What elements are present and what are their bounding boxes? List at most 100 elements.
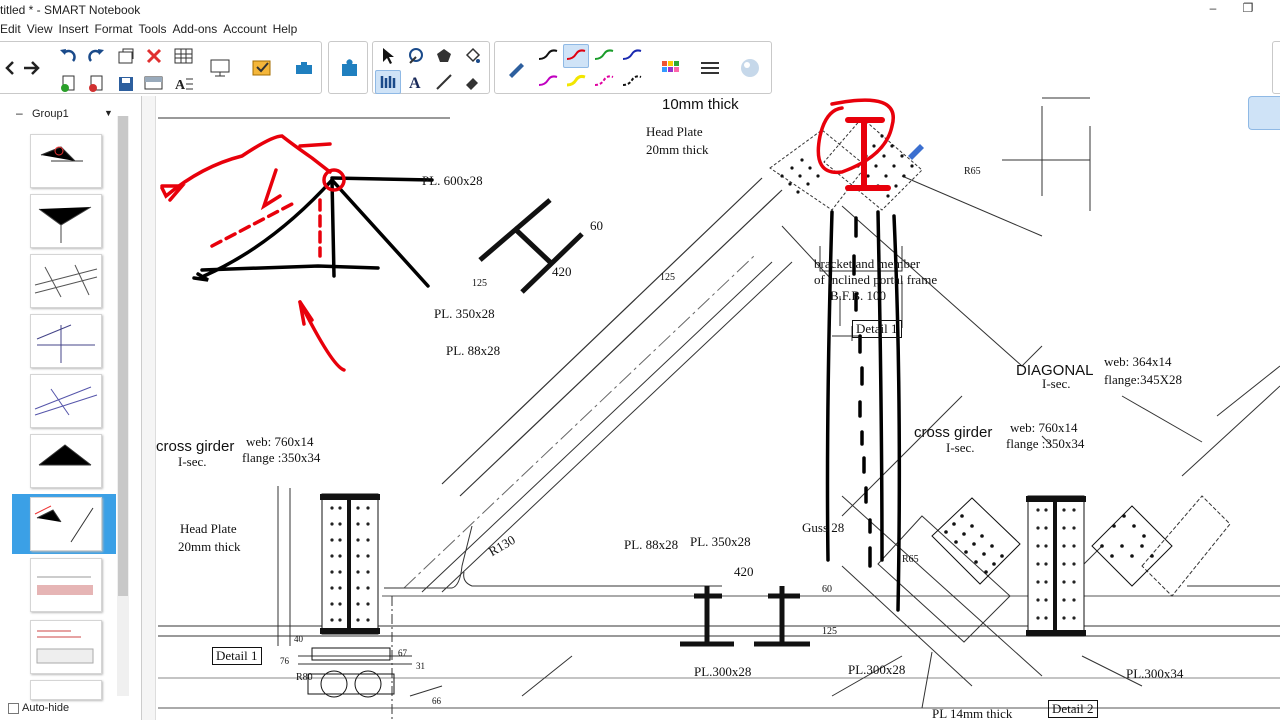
label-dim-67: 67 — [398, 648, 407, 658]
menu-addons[interactable]: Add-ons — [173, 20, 224, 38]
eraser-icon[interactable] — [459, 70, 485, 94]
label-diagonal-section: I-sec. — [1042, 376, 1071, 391]
page-thumbnail-10[interactable] — [30, 680, 102, 700]
label-pl300-28-right: PL.300x28 — [848, 662, 906, 677]
sidebar-scrollbar[interactable] — [117, 116, 129, 696]
label-cross-girder-left-web: web: 760x14 — [246, 434, 314, 449]
menu-edit[interactable]: Edit — [0, 20, 27, 38]
fill-icon[interactable] — [459, 44, 485, 68]
label-head-plate-left-thickness: 20mm thick — [178, 539, 241, 554]
label-cross-girder-right-web: web: 760x14 — [1010, 420, 1078, 435]
menu-account[interactable]: Account — [223, 20, 272, 38]
label-diagonal-web: web: 364x14 — [1104, 354, 1172, 369]
label-pl300-28-left: PL.300x28 — [694, 664, 752, 679]
label-pl14: PL 14mm thick — [932, 706, 1013, 720]
page-thumbnail-7[interactable] — [30, 497, 102, 551]
delete-icon[interactable] — [141, 44, 167, 68]
puzzle-piece-icon[interactable] — [332, 45, 366, 91]
sidebar-scrollbar-thumb[interactable] — [118, 116, 128, 596]
page-thumbnail-8[interactable] — [30, 558, 102, 612]
toolbar-group-pens — [494, 41, 772, 94]
pen-red-icon[interactable] — [563, 44, 589, 68]
label-cross-girder-right-flange: flange :350x34 — [1006, 436, 1085, 451]
pen-green-icon[interactable] — [591, 44, 617, 68]
menu-format[interactable]: Format — [95, 20, 139, 38]
label-dim-125-top: 125 — [472, 278, 487, 289]
pen-cursor-icon — [908, 144, 924, 160]
whiteboard-canvas[interactable]: 10mm thick Head Plate 20mm thick PL. 600… — [142, 96, 1280, 720]
line-tool-icon[interactable] — [431, 70, 457, 94]
pen-type-icon[interactable] — [499, 45, 533, 91]
label-gusset: Guss 28 — [802, 520, 845, 535]
label-cross-girder-right-section: I-sec. — [946, 440, 975, 455]
minimize-icon[interactable]: – — [1203, 1, 1223, 19]
page-thumbnail-6[interactable] — [30, 434, 102, 488]
group-label: Group1 — [32, 108, 69, 120]
auto-hide-option[interactable]: Auto-hide — [8, 702, 69, 714]
next-page-icon[interactable] — [19, 56, 45, 80]
pen-black-icon[interactable] — [535, 44, 561, 68]
title-bar: titled * - SMART Notebook – ❐ — [0, 0, 1280, 20]
page-thumbnail-4[interactable] — [30, 314, 102, 368]
pen-yellow-icon[interactable] — [563, 70, 589, 94]
shape-recognition-pen-icon[interactable] — [403, 44, 429, 68]
page-thumbnail-3[interactable] — [30, 254, 102, 308]
collapse-group-icon[interactable]: – — [16, 106, 23, 120]
shapes-icon[interactable] — [431, 44, 457, 68]
left-column-section — [307, 493, 395, 698]
label-pl88-top: PL. 88x28 — [446, 343, 501, 358]
label-pl600: PL. 600x28 — [422, 173, 483, 188]
addon-puzzle-icon[interactable] — [287, 45, 321, 91]
save-icon[interactable] — [113, 72, 139, 96]
label-cross-girder-left-flange: flange :350x34 — [242, 450, 321, 465]
page-thumbnail-5[interactable] — [30, 374, 102, 428]
label-r80: R80 — [296, 672, 313, 683]
select-pointer-icon[interactable] — [375, 44, 401, 68]
properties-ball-icon[interactable] — [733, 45, 767, 91]
toolbar: A A — [0, 38, 1280, 96]
redo-icon[interactable] — [83, 44, 109, 68]
page-thumbnail-2[interactable] — [30, 194, 102, 248]
label-pl300-34: PL.300x34 — [1126, 666, 1184, 681]
page-thumbnail-1[interactable] — [30, 134, 102, 188]
label-dim-60-top: 60 — [590, 218, 603, 233]
document-camera-icon[interactable] — [203, 45, 237, 91]
toolbar-group-tools: A — [372, 41, 490, 94]
label-dim-125-bottom: 125 — [822, 626, 837, 637]
side-panel-tab[interactable] — [1248, 96, 1280, 130]
menu-insert[interactable]: Insert — [58, 20, 94, 38]
pen-dashed-magenta-icon[interactable] — [591, 70, 617, 94]
toolbar-overflow[interactable] — [1272, 41, 1280, 94]
color-palette-icon[interactable] — [653, 45, 687, 91]
menu-view[interactable]: View — [27, 20, 59, 38]
menu-help[interactable]: Help — [273, 20, 304, 38]
screen-shade-icon[interactable] — [141, 72, 167, 96]
open-file-icon[interactable] — [113, 44, 139, 68]
label-r65-bottom: R65 — [902, 554, 919, 565]
undo-icon[interactable] — [55, 44, 81, 68]
delete-page-icon[interactable] — [83, 72, 109, 96]
pen-magenta-icon[interactable] — [535, 70, 561, 94]
pen-tool-icon[interactable] — [375, 70, 401, 94]
label-pl88-bottom: PL. 88x28 — [624, 537, 679, 552]
label-head-plate-left: Head Plate — [180, 521, 237, 536]
label-dim-420-bottom: 420 — [734, 564, 754, 579]
label-dim-420-top: 420 — [552, 264, 572, 279]
pen-blue-icon[interactable] — [619, 44, 645, 68]
table-icon[interactable] — [171, 44, 197, 68]
label-cross-girder-left: cross girder — [156, 438, 235, 455]
line-properties-icon[interactable] — [693, 45, 727, 91]
text-table-icon[interactable]: A — [171, 72, 197, 96]
page-thumbnail-9[interactable] — [30, 620, 102, 674]
restore-icon[interactable]: ❐ — [1238, 1, 1258, 19]
smart-notebook-window: titled * - SMART Notebook – ❐ Edit View … — [0, 0, 1280, 720]
group-dropdown-icon[interactable]: ▼ — [104, 108, 113, 118]
auto-hide-checkbox[interactable] — [8, 702, 19, 714]
response-icon[interactable] — [245, 45, 279, 91]
label-head-plate-top: Head Plate — [646, 124, 703, 139]
text-tool-icon[interactable]: A — [403, 70, 429, 94]
label-dim-40: 40 — [294, 634, 303, 644]
add-page-icon[interactable] — [55, 72, 81, 96]
menu-tools[interactable]: Tools — [139, 20, 173, 38]
pen-dashed-black-icon[interactable] — [619, 70, 645, 94]
